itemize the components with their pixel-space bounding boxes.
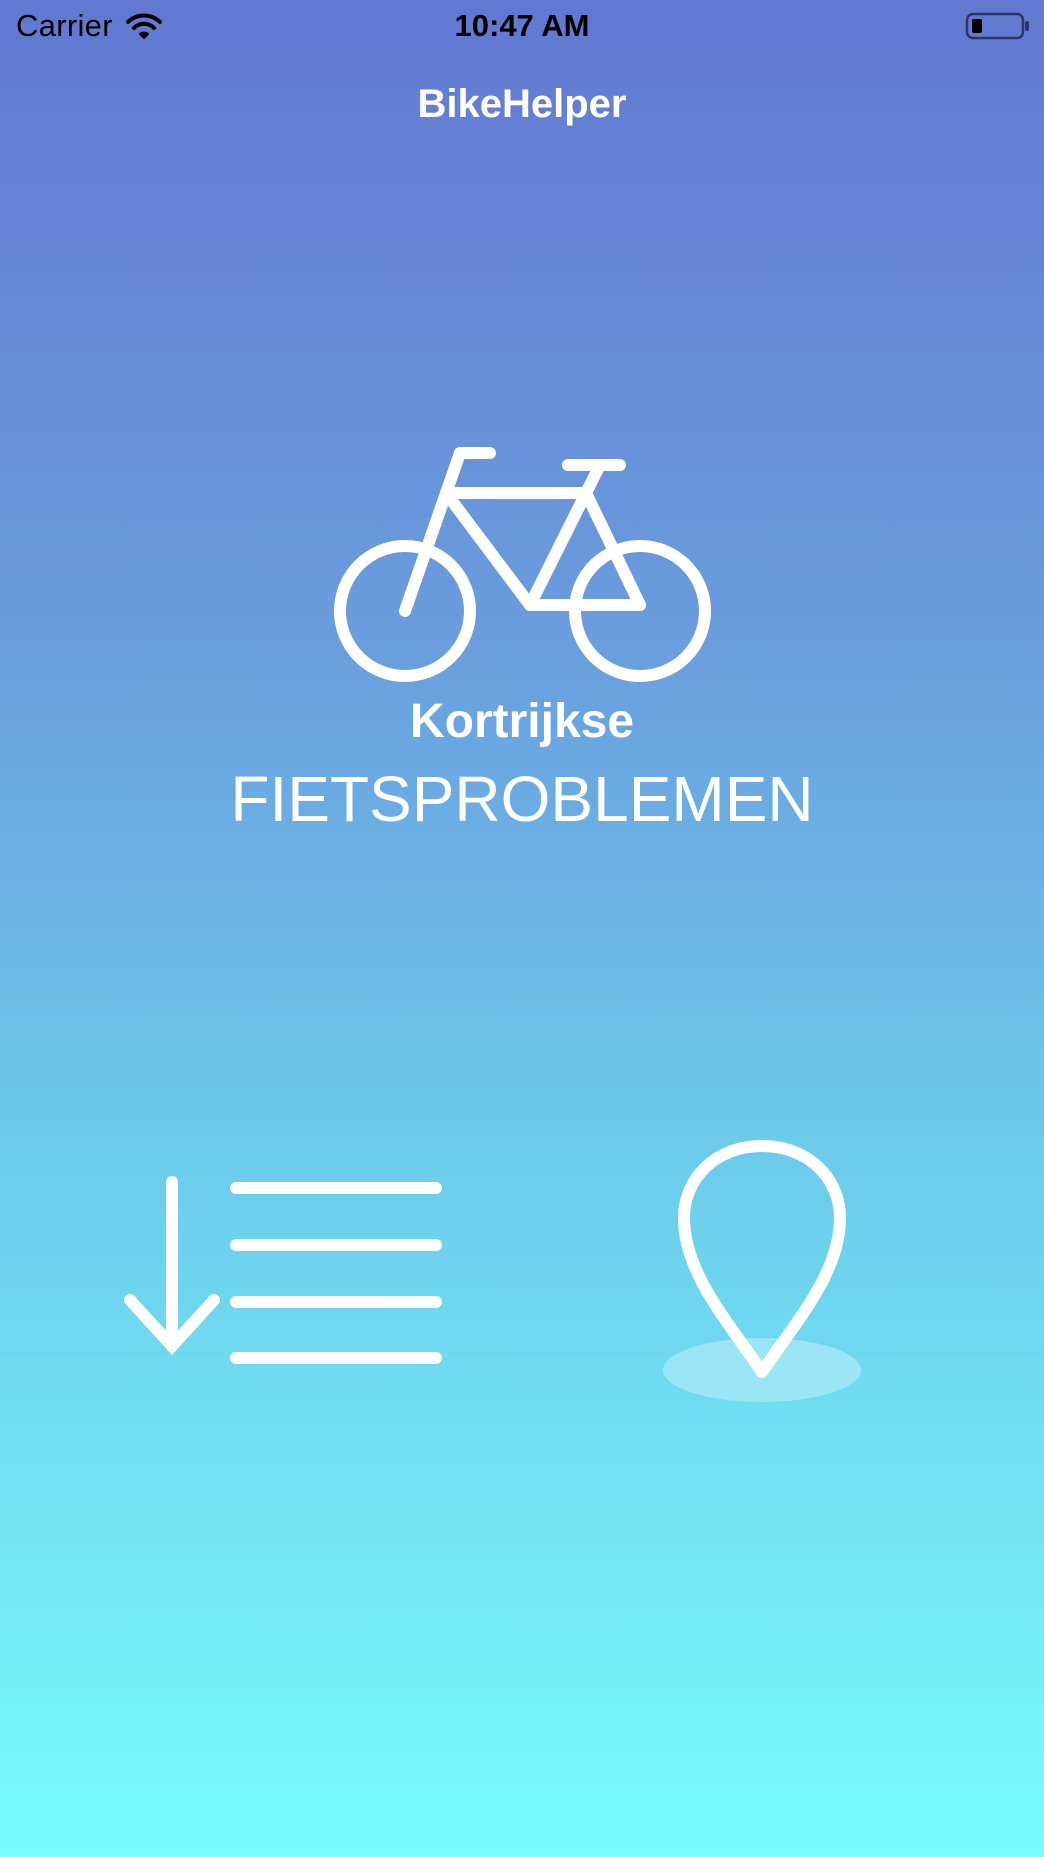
battery-icon <box>965 12 1031 40</box>
status-time: 10:47 AM <box>454 8 590 43</box>
hero-title: Kortrijkse <box>409 695 635 748</box>
map-button[interactable] <box>660 1138 865 1408</box>
list-button[interactable] <box>118 1170 448 1375</box>
nav-title: BikeHelper <box>417 82 627 126</box>
sort-list-icon <box>118 1170 448 1375</box>
bicycle-icon <box>328 445 714 685</box>
map-pin-icon <box>660 1138 865 1408</box>
app-screen: Carrier 10:47 AM BikeHelper Kortrijkse F… <box>0 0 1044 1857</box>
status-bar: Carrier 10:47 AM <box>0 0 1044 54</box>
hero-subtitle: FIETSPROBLEMEN <box>230 763 814 835</box>
